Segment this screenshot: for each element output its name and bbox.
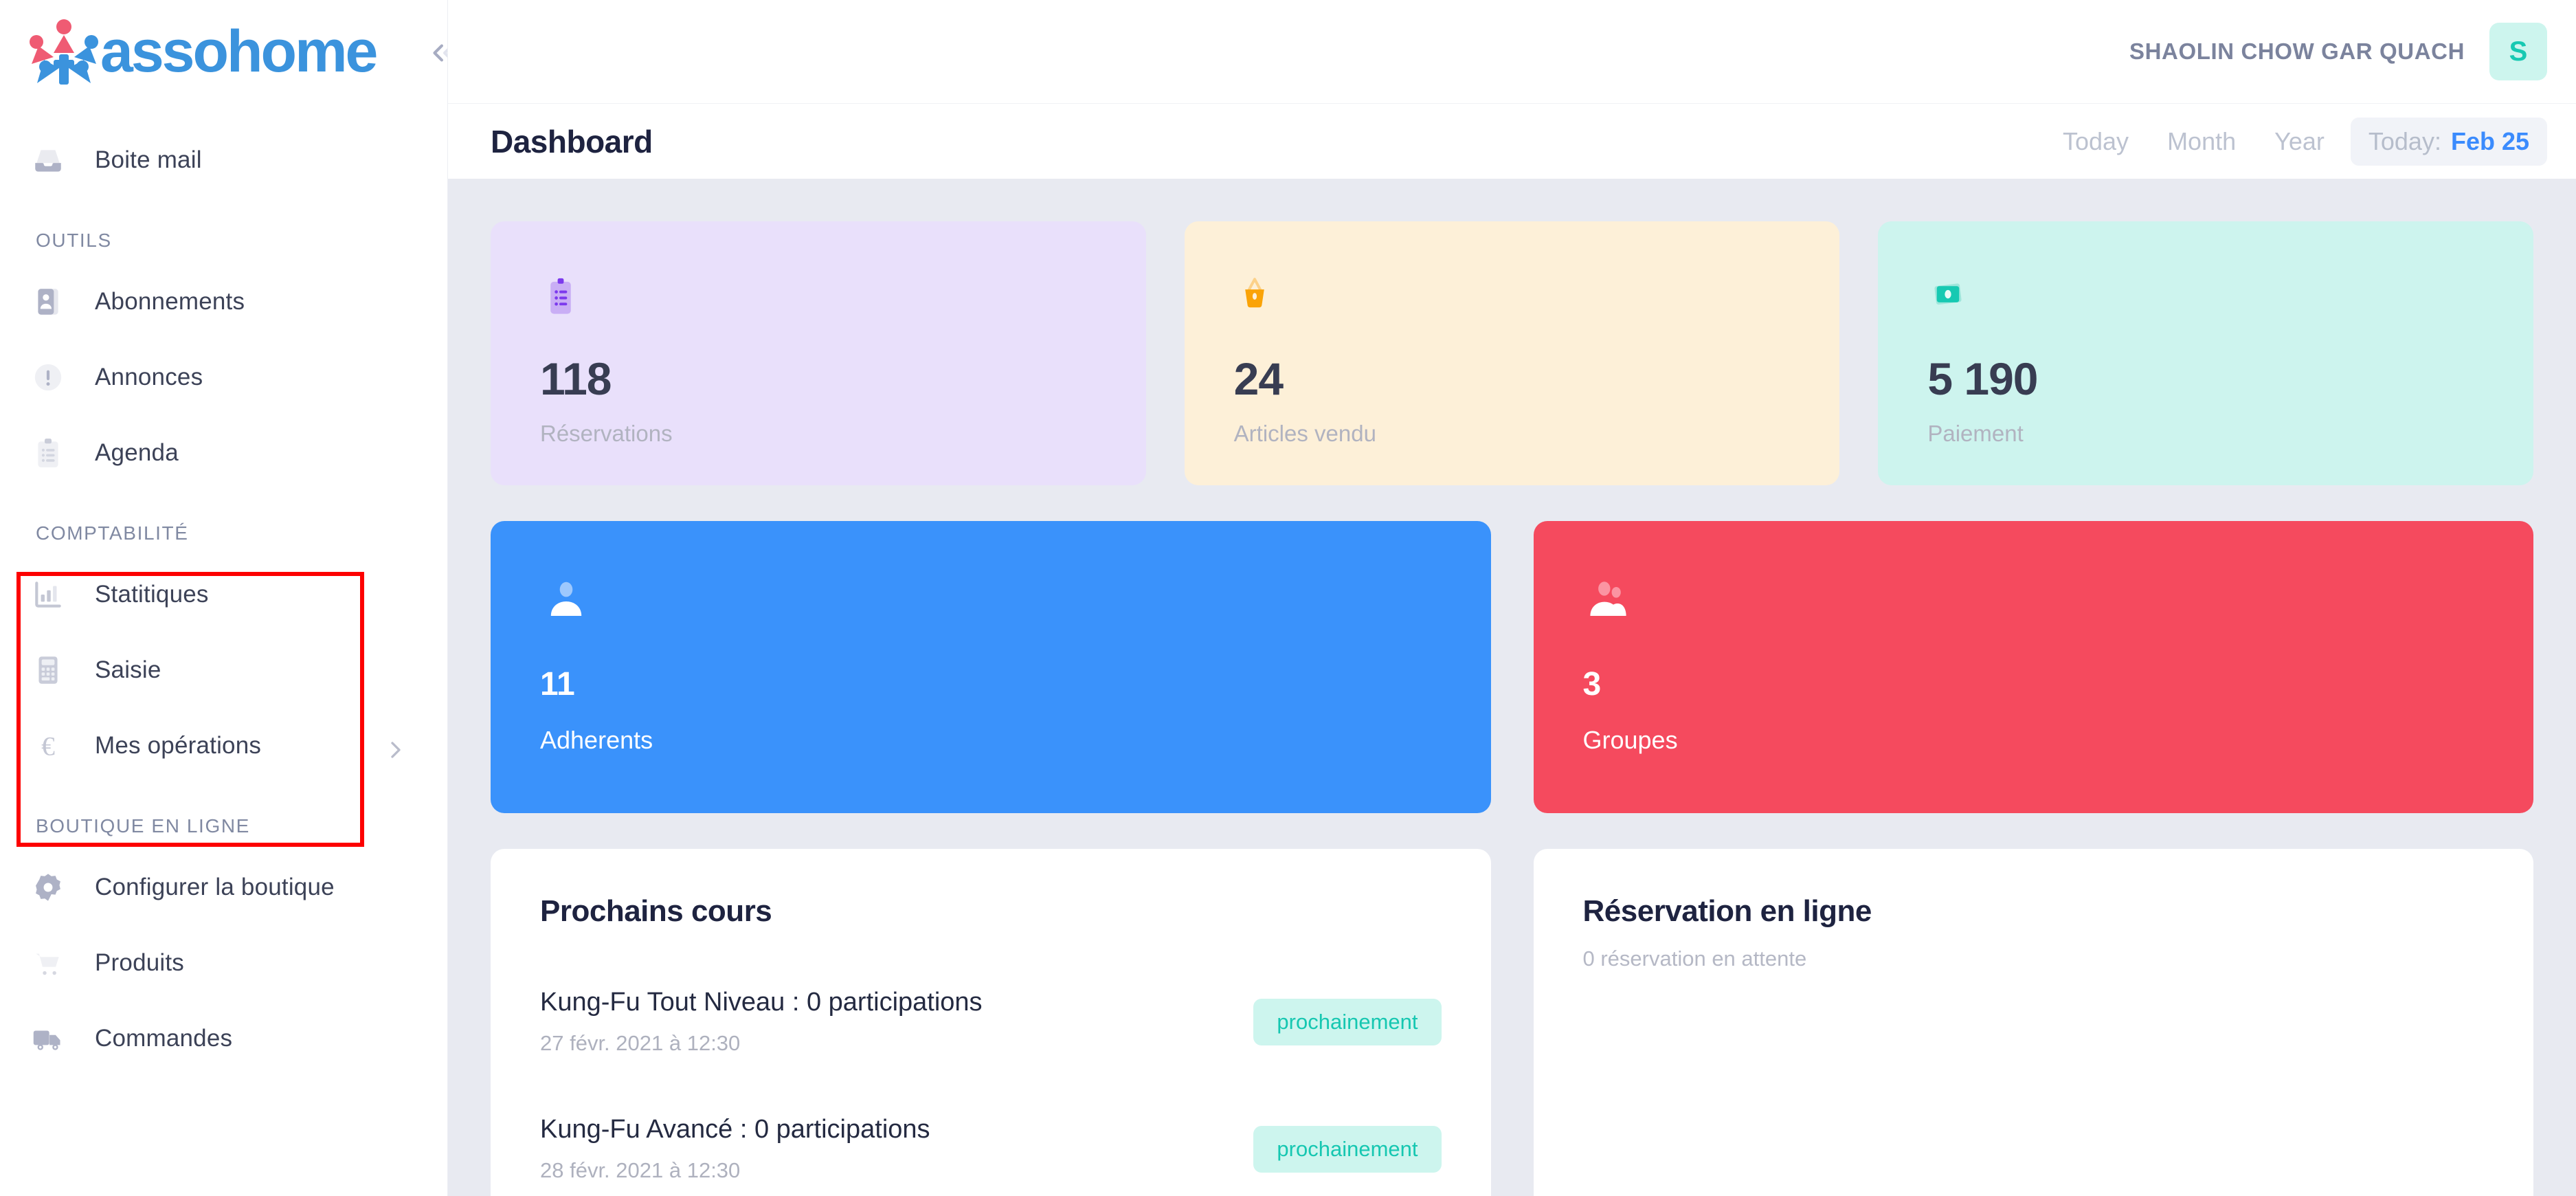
course-info: Kung-Fu Tout Niveau : 0 participations 2… [540, 988, 983, 1056]
users-icon [1583, 575, 2485, 624]
sidebar-item-label: Abonnements [95, 288, 245, 315]
date-range-tabs: Today Month Year Today: Feb 25 [2043, 117, 2547, 166]
big-card-value: 11 [540, 666, 575, 702]
sidebar-section-comptabilite: COMPTABILITÉ [36, 522, 189, 544]
sidebar-item-label: Produits [95, 949, 184, 976]
main-content: SHAOLIN CHOW GAR QUACH S Dashboard Today… [448, 0, 2576, 1196]
status-badge: prochainement [1253, 1125, 1442, 1173]
stat-card-articles-vendu[interactable]: 24 Articles vendu [1184, 221, 1840, 485]
sidebar-item-label: Annonces [95, 364, 203, 390]
stat-value: 5 190 [1927, 353, 2038, 404]
big-card-label: Adherents [540, 726, 653, 754]
stat-label: Paiement [1927, 421, 2024, 446]
sidebar-item-mes-operations[interactable]: € Mes opérations [0, 708, 447, 784]
panel-subtitle: 0 réservation en attente [1582, 946, 1807, 971]
payment-card-icon [1927, 275, 2484, 319]
page-header-bar: Dashboard Today Month Year Today: Feb 25 [448, 103, 2576, 179]
chevron-right-icon[interactable] [382, 733, 410, 767]
sidebar-item-label: Commandes [95, 1025, 233, 1052]
sidebar-item-boite-mail[interactable]: Boite mail [0, 122, 447, 198]
panel-prochains-cours: Prochains cours Kung-Fu Tout Niveau : 0 … [491, 849, 1491, 1196]
today-pill-label: Today: [2368, 126, 2441, 155]
status-badge: prochainement [1253, 998, 1442, 1045]
avatar[interactable]: S [2489, 23, 2547, 80]
list-item[interactable]: Kung-Fu Tout Niveau : 0 participations 2… [540, 988, 1442, 1056]
assohome-people-logo-icon [23, 17, 104, 86]
gear-icon [30, 870, 66, 905]
basket-icon [1234, 275, 1791, 319]
sidebar-top-group: Boite mail [0, 103, 447, 198]
stat-cards-row: 118 Réservations 24 Articles vendu 5 190… [491, 221, 2534, 485]
clipboard-list-icon [30, 435, 66, 471]
svg-text:€: € [41, 731, 55, 762]
page-title: Dashboard [491, 123, 653, 159]
sidebar: assohome Boite mail OUTILS Abonnements A… [0, 0, 448, 1196]
big-card-value: 3 [1582, 666, 1602, 702]
truck-icon [30, 1021, 66, 1056]
stat-label: Réservations [540, 421, 673, 446]
big-card-adherents[interactable]: 11 Adherents [491, 521, 1491, 813]
panel-title: Réservation en ligne [1582, 894, 1872, 928]
sidebar-item-label: Boite mail [95, 146, 202, 173]
sidebar-section-outils: OUTILS [36, 230, 112, 251]
course-date: 28 févr. 2021 à 12:30 [540, 1158, 741, 1182]
range-tab-month[interactable]: Month [2148, 118, 2255, 166]
chevrons-left-icon[interactable] [426, 36, 447, 70]
course-name: Kung-Fu Tout Niveau : 0 participations [540, 988, 983, 1017]
bar-chart-icon [30, 577, 66, 612]
sidebar-item-statitiques[interactable]: Statitiques [0, 557, 447, 632]
sidebar-item-annonces[interactable]: Annonces [0, 340, 447, 415]
sidebar-item-label: Statitiques [95, 581, 209, 608]
course-info: Kung-Fu Avancé : 0 participations 28 fév… [540, 1115, 930, 1183]
id-card-icon [30, 284, 66, 320]
big-card-groupes[interactable]: 3 Groupes [1533, 521, 2533, 813]
sidebar-item-abonnements[interactable]: Abonnements [0, 264, 447, 340]
alert-circle-icon [30, 359, 66, 395]
account-name: SHAOLIN CHOW GAR QUACH [2129, 38, 2465, 64]
euro-icon: € [30, 728, 66, 764]
brand-logo[interactable]: assohome [0, 0, 447, 103]
course-date: 27 févr. 2021 à 12:30 [540, 1031, 741, 1055]
course-name: Kung-Fu Avancé : 0 participations [540, 1115, 930, 1144]
shopping-cart-icon [30, 945, 66, 981]
panel-reservation-en-ligne: Réservation en ligne 0 réservation en at… [1533, 849, 2533, 1196]
big-card-label: Groupes [1582, 726, 1678, 754]
inbox-icon [30, 142, 66, 178]
calculator-icon [30, 652, 66, 688]
top-header-bar: SHAOLIN CHOW GAR QUACH S [448, 0, 2576, 103]
sidebar-section-boutique-en-ligne: BOUTIQUE EN LIGNE [36, 815, 250, 837]
range-tab-year[interactable]: Year [2255, 118, 2344, 166]
range-tab-today[interactable]: Today [2043, 118, 2148, 166]
clipboard-icon [540, 275, 1097, 319]
sidebar-item-commandes[interactable]: Commandes [0, 1001, 447, 1076]
stat-value: 118 [540, 353, 612, 404]
sidebar-item-saisie[interactable]: Saisie [0, 632, 447, 708]
stat-value: 24 [1233, 353, 1284, 404]
big-cards-row: 11 Adherents 3 Groupes [491, 521, 2533, 813]
sidebar-item-configurer-la-boutique[interactable]: Configurer la boutique [0, 850, 447, 925]
today-pill-value: Feb 25 [2450, 126, 2529, 155]
panel-title: Prochains cours [540, 894, 772, 928]
brand-name: assohome [100, 19, 378, 85]
stat-card-paiement[interactable]: 5 190 Paiement [1878, 221, 2534, 485]
dashboard-body: 118 Réservations 24 Articles vendu 5 190… [448, 179, 2576, 1196]
stat-label: Articles vendu [1233, 421, 1376, 446]
sidebar-item-agenda[interactable]: Agenda [0, 415, 447, 491]
sidebar-item-label: Agenda [95, 439, 179, 466]
user-icon [540, 575, 1442, 624]
sidebar-item-label: Mes opérations [95, 732, 262, 759]
stat-card-reservations[interactable]: 118 Réservations [491, 221, 1146, 485]
today-date-pill[interactable]: Today: Feb 25 [2350, 117, 2547, 166]
sidebar-item-label: Configurer la boutique [95, 874, 335, 900]
list-item[interactable]: Kung-Fu Avancé : 0 participations 28 fév… [540, 1115, 1442, 1183]
panels-row: Prochains cours Kung-Fu Tout Niveau : 0 … [491, 849, 2533, 1196]
app-root: assohome Boite mail OUTILS Abonnements A… [0, 0, 2576, 1196]
sidebar-item-produits[interactable]: Produits [0, 925, 447, 1001]
sidebar-item-label: Saisie [95, 656, 161, 683]
